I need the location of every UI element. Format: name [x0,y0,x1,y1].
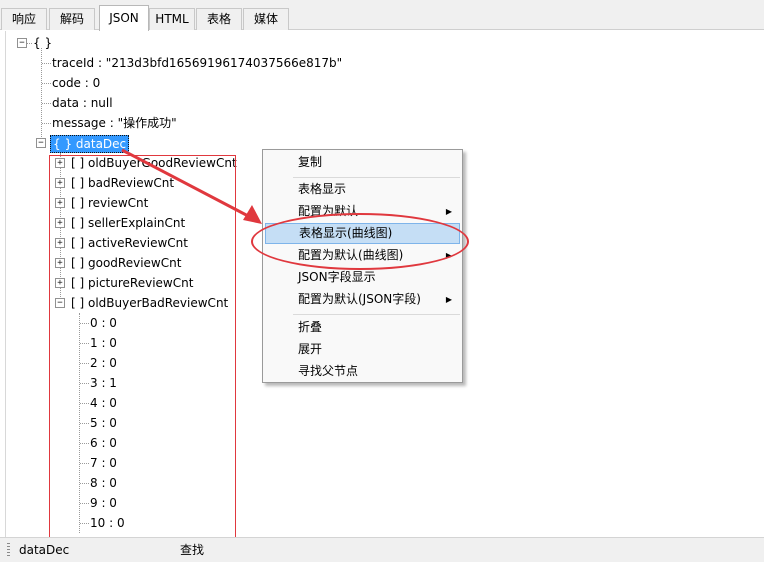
tree-leaf-value[interactable]: 2 : 0 [90,354,117,372]
grip-icon[interactable] [7,543,10,557]
menu-item-json-field-view[interactable]: JSON字段显示 [265,267,460,288]
tree-leaf-value[interactable]: 1 : 0 [90,334,117,352]
tree-connector [80,403,89,404]
tree-node-array[interactable]: [ ] reviewCnt [71,194,148,212]
tree-leaf-value[interactable]: 5 : 0 [90,414,117,432]
expand-icon[interactable]: + [55,178,65,188]
tab-bar: 响应 解码 JSON HTML 表格 媒体 [0,0,764,31]
submenu-arrow-icon: ▶ [445,207,452,216]
tree-connector [80,363,89,364]
menu-item-set-default-curve[interactable]: 配置为默认(曲线图) ▶ [265,245,460,266]
tree-connector [42,83,51,84]
tab-media[interactable]: 媒体 [243,8,289,30]
tab-html[interactable]: HTML [149,8,195,30]
tree-connector [80,483,89,484]
menu-item-label: JSON字段显示 [298,270,376,284]
tree-leaf-value[interactable]: 7 : 0 [90,454,117,472]
tree-node-message[interactable]: message : "操作成功" [52,114,177,132]
status-path: dataDec [19,543,70,557]
submenu-arrow-icon: ▶ [445,295,452,304]
tree-node-array[interactable]: [ ] goodReviewCnt [71,254,181,272]
menu-item-table-view-curve[interactable]: 表格显示(曲线图) [265,223,460,244]
menu-item-collapse[interactable]: 折叠 [265,317,460,338]
menu-item-label: 配置为默认 [298,204,359,218]
tree-leaf-value[interactable]: 4 : 0 [90,394,117,412]
tree-connector [42,123,51,124]
find-button[interactable]: 查找 [180,541,204,559]
expand-icon[interactable]: + [55,158,65,168]
tab-decode[interactable]: 解码 [49,8,95,30]
menu-item-label: 折叠 [298,320,323,334]
tab-table[interactable]: 表格 [196,8,242,30]
tree-leaf-value[interactable]: 10 : 0 [90,514,125,532]
submenu-arrow-icon: ▶ [445,251,452,260]
tree-node-array[interactable]: [ ] oldBuyerGoodReviewCnt [71,154,237,172]
menu-item-label: 复制 [298,155,323,169]
tree-node-array[interactable]: [ ] badReviewCnt [71,174,174,192]
tree-node-array[interactable]: [ ] activeReviewCnt [71,234,188,252]
menu-item-find-parent[interactable]: 寻找父节点 [265,361,460,382]
tree-node-array[interactable]: [ ] sellerExplainCnt [71,214,185,232]
tree-connector [80,423,89,424]
tree-connector [42,103,51,104]
tree-connector [80,343,89,344]
tree-node-code[interactable]: code : 0 [52,74,100,92]
tree-leaf-value[interactable]: 9 : 0 [90,494,117,512]
menu-item-label: 配置为默认(曲线图) [298,248,404,262]
tree-connector [27,43,32,44]
menu-item-label: 表格显示 [298,182,347,196]
expand-icon[interactable]: + [55,218,65,228]
tree-connector [80,523,89,524]
tree-connector [80,463,89,464]
menu-item-label: 配置为默认(JSON字段) [298,292,421,306]
tab-json[interactable]: JSON [99,5,149,31]
tree-connector [42,63,51,64]
context-menu: 复制 表格显示 配置为默认 ▶ 表格显示(曲线图) 配置为默认(曲线图) ▶ JSO… [262,149,463,383]
collapse-icon[interactable]: − [36,138,46,148]
tree-node-traceid[interactable]: traceId : "213d3bfd16569196174037566e817… [52,54,342,72]
menu-item-copy[interactable]: 复制 [265,152,460,173]
tree-node-array-expanded[interactable]: [ ] oldBuyerBadReviewCnt [71,294,228,312]
menu-item-table-view[interactable]: 表格显示 [265,179,460,200]
tree-node-array[interactable]: [ ] pictureReviewCnt [71,274,193,292]
expand-icon[interactable]: + [55,198,65,208]
tab-response[interactable]: 响应 [1,8,47,30]
tree-connector [80,443,89,444]
tree-node-datadec-selected[interactable]: { } dataDec [50,135,130,153]
tree-connector [80,323,89,324]
tree-connector [80,503,89,504]
tree-connector [80,383,89,384]
menu-item-expand[interactable]: 展开 [265,339,460,360]
tree-leaf-value[interactable]: 8 : 0 [90,474,117,492]
menu-separator [293,177,460,178]
status-bar: dataDec 查找 [0,537,764,562]
menu-item-set-default-json-field[interactable]: 配置为默认(JSON字段) ▶ [265,289,460,310]
expand-icon[interactable]: + [55,238,65,248]
collapse-icon[interactable]: − [55,298,65,308]
tree-node-data[interactable]: data : null [52,94,113,112]
collapse-icon[interactable]: − [17,38,27,48]
menu-item-set-default[interactable]: 配置为默认 ▶ [265,201,460,222]
expand-icon[interactable]: + [55,258,65,268]
menu-item-label: 寻找父节点 [298,364,359,378]
menu-item-label: 表格显示(曲线图) [299,226,393,240]
expand-icon[interactable]: + [55,278,65,288]
menu-separator [293,314,460,315]
tree-leaf-value[interactable]: 6 : 0 [90,434,117,452]
tree-leaf-value[interactable]: 3 : 1 [90,374,117,392]
tree-root[interactable]: { } [33,34,52,52]
tree-leaf-value[interactable]: 0 : 0 [90,314,117,332]
menu-item-label: 展开 [298,342,323,356]
